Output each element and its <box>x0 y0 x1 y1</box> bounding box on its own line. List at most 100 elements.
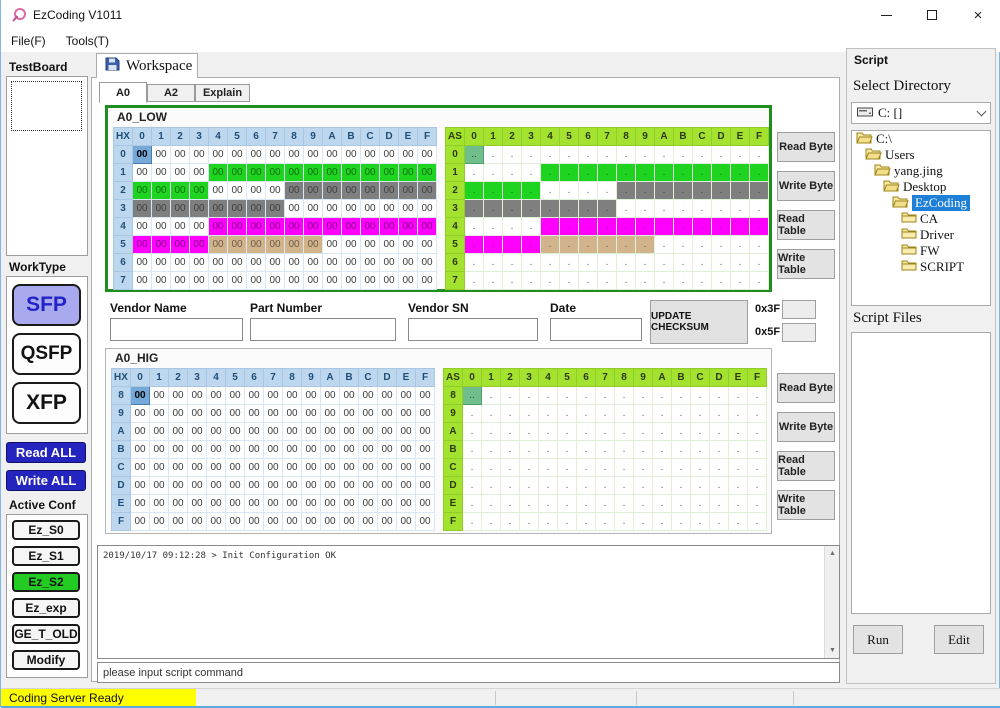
grid-cell[interactable]: . <box>577 459 596 477</box>
grid-cell[interactable]: . <box>748 405 767 423</box>
grid-cell[interactable]: . <box>541 182 560 200</box>
grid-cell[interactable]: . <box>615 477 634 495</box>
grid-cell[interactable]: 00 <box>323 182 342 200</box>
grid-cell[interactable]: . <box>520 387 539 405</box>
grid-cell[interactable]: 00 <box>283 495 302 513</box>
grid-cell[interactable]: . <box>655 254 674 272</box>
grid-cell[interactable]: 00 <box>131 441 150 459</box>
grid-cell[interactable]: 00 <box>169 495 188 513</box>
grid-cell[interactable]: . <box>598 164 617 182</box>
grid-cell[interactable]: 00 <box>380 272 399 290</box>
grid-cell[interactable]: . <box>579 254 598 272</box>
grid-cell[interactable]: 00 <box>399 218 418 236</box>
grid-cell[interactable]: 00 <box>190 146 209 164</box>
grid-cell[interactable]: 00 <box>359 495 378 513</box>
grid-cell[interactable]: 00 <box>188 423 207 441</box>
grid-cell[interactable]: 00 <box>245 405 264 423</box>
tree-item-fw[interactable]: FW <box>852 243 990 259</box>
grid-cell[interactable]: 00 <box>380 200 399 218</box>
grid-cell[interactable]: 00 <box>399 182 418 200</box>
grid-cell[interactable]: . <box>634 495 653 513</box>
grid-cell[interactable]: . <box>729 441 748 459</box>
grid-cell[interactable]: 00 <box>264 459 283 477</box>
grid-cell[interactable]: 00 <box>247 236 266 254</box>
grid-cell[interactable]: . <box>617 218 636 236</box>
grid-cell[interactable]: . <box>748 513 767 531</box>
grid-cell[interactable]: 00 <box>321 477 340 495</box>
grid-cell[interactable]: . <box>691 423 710 441</box>
grid-cell[interactable]: 00 <box>152 164 171 182</box>
grid-cell[interactable]: . <box>748 441 767 459</box>
menu-file[interactable]: File(F) <box>1 30 56 52</box>
grid-cell[interactable]: . <box>653 495 672 513</box>
grid-cell[interactable]: . <box>579 272 598 290</box>
grid-cell[interactable]: . <box>560 236 579 254</box>
grid-cell[interactable]: 00 <box>304 218 323 236</box>
grid-cell[interactable]: 00 <box>323 146 342 164</box>
tree-item-script[interactable]: SCRIPT <box>852 259 990 275</box>
grid-cell[interactable]: . <box>577 405 596 423</box>
grid-cell[interactable]: 00 <box>152 272 171 290</box>
grid-cell[interactable]: 00 <box>285 236 304 254</box>
grid-cell[interactable]: 00 <box>378 441 397 459</box>
grid-cell[interactable]: 00 <box>150 513 169 531</box>
grid-cell[interactable]: 00 <box>133 182 152 200</box>
grid-cell[interactable]: 00 <box>323 218 342 236</box>
read-all-button[interactable]: Read ALL <box>6 442 86 463</box>
grid-cell[interactable]: . <box>731 272 750 290</box>
grid-cell[interactable]: . <box>691 441 710 459</box>
grid-cell[interactable]: 00 <box>321 423 340 441</box>
low-write-table-button[interactable]: Write Table <box>777 249 835 279</box>
grid-cell[interactable]: . <box>653 477 672 495</box>
grid-cell[interactable]: . <box>579 146 598 164</box>
subtab-a2[interactable]: A2 <box>147 84 195 102</box>
grid-cell[interactable]: . <box>693 164 712 182</box>
grid-cell[interactable]: .. <box>465 146 484 164</box>
grid-cell[interactable]: 00 <box>169 513 188 531</box>
grid-cell[interactable]: . <box>541 272 560 290</box>
grid-cell[interactable]: . <box>636 254 655 272</box>
grid-cell[interactable]: 00 <box>361 200 380 218</box>
grid-cell[interactable]: 00 <box>342 218 361 236</box>
grid-cell[interactable]: 00 <box>169 441 188 459</box>
grid-cell[interactable]: 00 <box>264 441 283 459</box>
grid-cell[interactable]: . <box>636 146 655 164</box>
grid-cell[interactable]: . <box>693 182 712 200</box>
grid-cell[interactable]: . <box>522 272 541 290</box>
grid-cell[interactable]: 00 <box>397 423 416 441</box>
grid-cell[interactable]: . <box>634 387 653 405</box>
grid-cell[interactable]: . <box>463 513 482 531</box>
grid-cell[interactable]: 00 <box>283 441 302 459</box>
tree-item-driver[interactable]: Driver <box>852 227 990 243</box>
grid-cell[interactable]: 00 <box>226 387 245 405</box>
grid-cell[interactable]: 00 <box>361 254 380 272</box>
grid-cell[interactable]: . <box>482 513 501 531</box>
grid-cell[interactable]: . <box>653 405 672 423</box>
grid-cell[interactable]: . <box>693 218 712 236</box>
grid-cell[interactable]: 00 <box>283 477 302 495</box>
grid-cell[interactable]: . <box>750 254 769 272</box>
grid-cell[interactable]: . <box>731 200 750 218</box>
grid-cell[interactable]: 00 <box>264 405 283 423</box>
grid-cell[interactable]: . <box>541 218 560 236</box>
grid-cell[interactable]: . <box>672 405 691 423</box>
grid-cell[interactable]: 00 <box>266 164 285 182</box>
grid-cell[interactable]: 00 <box>152 254 171 272</box>
grid-cell[interactable]: 00 <box>264 477 283 495</box>
grid-cell[interactable]: 00 <box>247 272 266 290</box>
grid-cell[interactable]: . <box>634 477 653 495</box>
grid-cell[interactable]: 00 <box>152 146 171 164</box>
grid-cell[interactable]: 00 <box>190 236 209 254</box>
grid-cell[interactable]: 00 <box>152 200 171 218</box>
grid-cell[interactable]: 00 <box>304 146 323 164</box>
grid-cell[interactable]: . <box>710 495 729 513</box>
grid-cell[interactable]: 00 <box>171 236 190 254</box>
grid-cell[interactable]: 00 <box>285 218 304 236</box>
grid-cell[interactable]: 00 <box>245 513 264 531</box>
grid-cell[interactable]: 00 <box>340 459 359 477</box>
grid-cell[interactable]: . <box>522 254 541 272</box>
grid-cell[interactable]: 00 <box>283 423 302 441</box>
grid-cell[interactable]: 00 <box>359 405 378 423</box>
grid-cell[interactable]: 00 <box>171 272 190 290</box>
grid-cell[interactable]: . <box>520 441 539 459</box>
